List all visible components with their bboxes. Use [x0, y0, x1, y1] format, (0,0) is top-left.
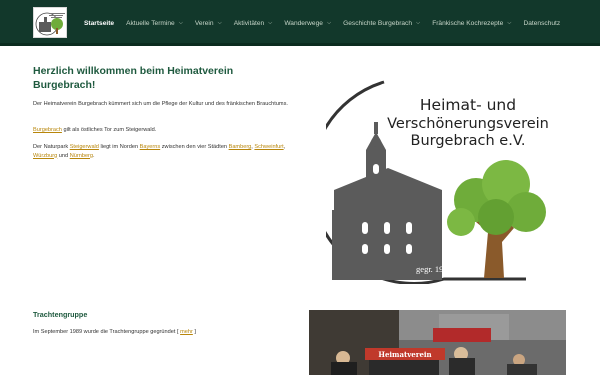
link-steigerwald[interactable]: Steigerwald	[70, 144, 99, 150]
nav-item-label: Fränkische Kochrezepte	[432, 19, 504, 27]
park-text-prefix: Der Naturpark	[33, 144, 70, 150]
nav-item-label: Geschichte Burgebrach	[343, 19, 413, 27]
nav-item-aktivitäten[interactable]: Aktivitäten ⌵	[234, 20, 273, 27]
logo-text-line3: Burgebrach e.V.	[411, 133, 526, 149]
tracht-text: Im September 1989 wurde die Trachtengrup…	[33, 329, 181, 335]
nav-item-datenschutz[interactable]: Datenschutz	[523, 20, 560, 27]
nav-item-geschichte-burgebrach[interactable]: Geschichte Burgebrach ⌵	[343, 20, 420, 27]
gate-paragraph: Burgebrach gilt als östliches Tor zum St…	[33, 126, 295, 135]
link-schweinfurt[interactable]: Schweinfurt	[254, 144, 283, 150]
park-comma-2: ,	[283, 144, 286, 150]
photo-graphic: Heimatverein	[309, 310, 566, 375]
chevron-down-icon: ⌵	[416, 19, 421, 26]
page-title: Herzlich willkommen beim Heimatverein Bu…	[33, 65, 234, 91]
chevron-down-icon: ⌵	[326, 19, 332, 26]
nav-item-wanderwege[interactable]: Wanderwege ⌵	[284, 20, 331, 27]
link-wuerzburg[interactable]: Würzburg	[33, 153, 57, 159]
nav-item-label: Aktuelle Termine	[126, 19, 175, 27]
intro-paragraph: Der Heimatverein Burgebrach kümmert sich…	[33, 101, 288, 107]
chevron-down-icon: ⌵	[178, 19, 183, 26]
link-nuernberg[interactable]: Nürnberg	[70, 153, 93, 159]
nav-item-label: Datenschutz	[523, 19, 561, 27]
tracht-bracket-close: ]	[192, 329, 196, 335]
nav-item-label: Startseite	[84, 19, 115, 27]
nav-item-label: Wanderwege	[284, 19, 323, 27]
site-logo[interactable]	[33, 7, 67, 38]
link-bayern[interactable]: Bayerns	[140, 144, 161, 150]
chevron-down-icon: ⌵	[217, 19, 222, 26]
naturpark-paragraph: Der Naturpark Steigerwald liegt im Norde…	[33, 143, 295, 160]
link-burgebrach[interactable]: Burgebrach	[33, 127, 62, 133]
section-title-trachtengruppe: Trachtengruppe	[33, 310, 88, 319]
nav-item-label: Aktivitäten	[233, 19, 265, 27]
chevron-down-icon: ⌵	[507, 19, 512, 26]
founded-year-label: gegr. 1950	[416, 264, 452, 274]
link-mehr[interactable]: mehr	[180, 329, 193, 335]
park-text-mid1: liegt im Norden	[98, 144, 140, 150]
nav-item-label: Verein	[194, 19, 214, 27]
nav-item-verein[interactable]: Verein ⌵	[195, 20, 222, 27]
trachtengruppe-paragraph: Im September 1989 wurde die Trachtengrup…	[33, 328, 196, 336]
logo-text-line2: Verschönerungsverein	[387, 116, 549, 132]
gate-text: gilt als östliches Tor zum Steigerwald.	[61, 127, 157, 133]
main-navigation: Startseite Aktuelle Termine ⌵ Verein ⌵ Aktivi…	[84, 0, 572, 46]
park-text-mid2: zwischen den vier Städten	[160, 144, 229, 150]
park-text-und: und	[57, 152, 70, 159]
verein-logo-image: Heimat- und Verschönerungsverein Burgebr…	[326, 80, 549, 284]
nav-item-aktuelle-termine[interactable]: Aktuelle Termine ⌵	[126, 20, 183, 27]
nav-item-fränkische-kochrezepte[interactable]: Fränkische Kochrezepte ⌵	[432, 20, 511, 27]
nav-item-startseite[interactable]: Startseite	[84, 20, 114, 27]
park-text-end: .	[93, 152, 95, 159]
link-bamberg[interactable]: Bamberg	[229, 144, 252, 150]
photo-banner-text: Heimatverein	[378, 350, 431, 359]
chevron-down-icon: ⌵	[268, 19, 273, 26]
tree-graphic	[447, 160, 546, 278]
trachtengruppe-photo: Heimatverein	[309, 310, 566, 375]
logo-mini-graphic	[35, 12, 65, 36]
site-header: Startseite Aktuelle Termine ⌵ Verein ⌵ Aktivi…	[0, 0, 600, 46]
logo-text-line1: Heimat- und	[420, 96, 516, 114]
